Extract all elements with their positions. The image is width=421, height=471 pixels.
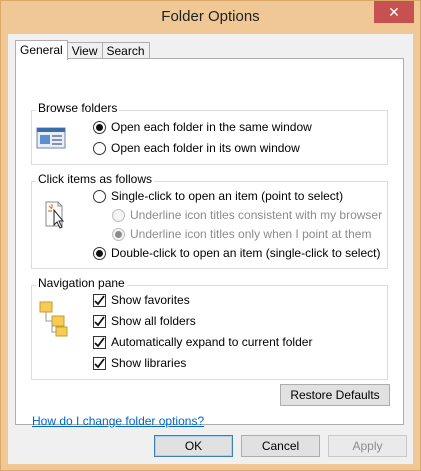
underline-browser-label: Underline icon titles consistent with my… bbox=[130, 208, 383, 222]
browse-folders-label: Browse folders bbox=[36, 101, 120, 115]
cancel-button[interactable]: Cancel bbox=[241, 435, 320, 457]
window-title: Folder Options bbox=[161, 8, 260, 25]
checkbox-show-all-folders[interactable]: Show all folders bbox=[93, 313, 196, 329]
radio-button[interactable] bbox=[93, 189, 106, 203]
tab-view[interactable]: View bbox=[67, 42, 103, 59]
close-button[interactable]: ✕ bbox=[374, 1, 414, 23]
checkbox-show-libraries[interactable]: Show libraries bbox=[93, 355, 186, 371]
restore-defaults-button[interactable]: Restore Defaults bbox=[280, 384, 390, 406]
checkbox[interactable] bbox=[93, 314, 106, 328]
tab-strip: General View Search bbox=[15, 40, 150, 60]
show-favorites-label: Show favorites bbox=[111, 293, 190, 307]
checkmark-icon bbox=[94, 315, 105, 326]
radio-underline-browser: Underline icon titles consistent with my… bbox=[112, 207, 382, 223]
double-click-label: Double-click to open an item (single-cli… bbox=[111, 246, 381, 260]
radio-double-click[interactable]: Double-click to open an item (single-cli… bbox=[93, 245, 380, 261]
ok-button[interactable]: OK bbox=[154, 435, 233, 457]
title-bar[interactable]: Folder Options ✕ bbox=[1, 1, 420, 34]
radio-single-click[interactable]: Single-click to open an item (point to s… bbox=[93, 188, 343, 204]
radio-button bbox=[112, 208, 125, 222]
radio-button[interactable] bbox=[93, 246, 106, 260]
underline-point-label: Underline icon titles only when I point … bbox=[130, 227, 372, 241]
checkmark-icon bbox=[94, 336, 105, 347]
checkbox[interactable] bbox=[93, 335, 106, 349]
checkbox[interactable] bbox=[93, 293, 106, 307]
radio-own-window[interactable]: Open each folder in its own window bbox=[93, 140, 300, 156]
navigation-pane-icon bbox=[39, 301, 68, 337]
auto-expand-label: Automatically expand to current folder bbox=[111, 335, 313, 349]
dialog-client-area: General View Search Browse folders Open … bbox=[8, 34, 413, 464]
folder-options-window: Folder Options ✕ General View Search Bro… bbox=[0, 0, 421, 471]
tab-search[interactable]: Search bbox=[102, 42, 150, 59]
radio-button[interactable] bbox=[93, 120, 106, 134]
radio-button[interactable] bbox=[93, 141, 106, 155]
same-window-label: Open each folder in the same window bbox=[111, 120, 312, 134]
browse-folders-icon bbox=[36, 127, 66, 149]
show-all-folders-label: Show all folders bbox=[111, 314, 196, 328]
close-icon: ✕ bbox=[388, 3, 400, 20]
navigation-pane-label: Navigation pane bbox=[36, 276, 127, 290]
pointer-click-icon bbox=[45, 201, 65, 229]
checkbox[interactable] bbox=[93, 356, 106, 370]
tab-general[interactable]: General bbox=[15, 40, 68, 60]
own-window-label: Open each folder in its own window bbox=[111, 141, 300, 155]
radio-underline-point: Underline icon titles only when I point … bbox=[112, 226, 371, 242]
help-link[interactable]: How do I change folder options? bbox=[32, 414, 204, 428]
apply-button: Apply bbox=[328, 435, 407, 457]
checkbox-auto-expand[interactable]: Automatically expand to current folder bbox=[93, 334, 312, 350]
radio-same-window[interactable]: Open each folder in the same window bbox=[93, 119, 312, 135]
checkbox-show-favorites[interactable]: Show favorites bbox=[93, 292, 190, 308]
checkmark-icon bbox=[94, 294, 105, 305]
show-libraries-label: Show libraries bbox=[111, 356, 187, 370]
click-items-label: Click items as follows bbox=[36, 172, 155, 186]
general-tab-panel: Browse folders Open each folder in the s… bbox=[15, 58, 404, 428]
checkmark-icon bbox=[94, 357, 105, 368]
single-click-label: Single-click to open an item (point to s… bbox=[111, 189, 344, 203]
radio-button bbox=[112, 227, 125, 241]
